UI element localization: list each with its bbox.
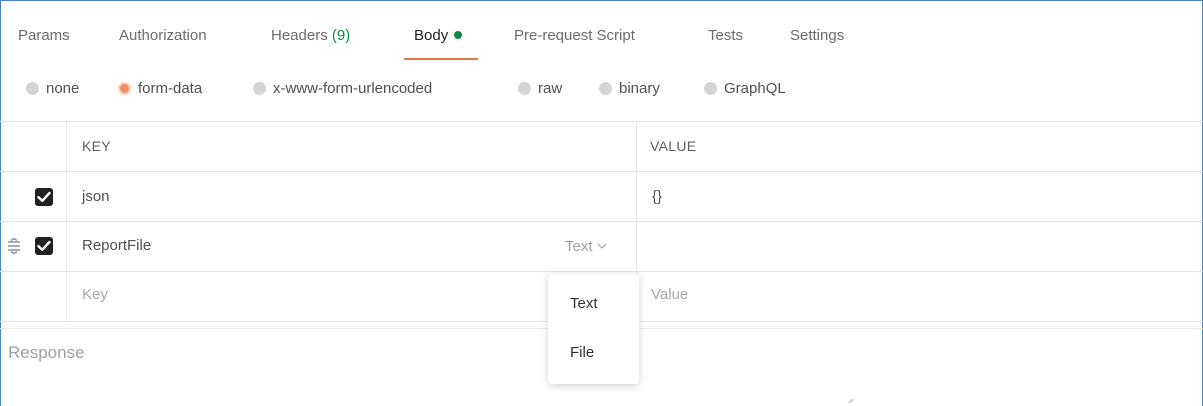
tab-settings[interactable]: Settings <box>790 27 844 44</box>
tab-body[interactable]: Body <box>414 27 463 44</box>
key-column-header: KEY <box>82 138 111 154</box>
radio-bullet-icon <box>599 82 612 95</box>
radio-binary[interactable]: binary <box>599 80 660 97</box>
radio-bullet-icon <box>26 82 39 95</box>
tab-tests[interactable]: Tests <box>708 27 743 44</box>
drag-handle-icon[interactable] <box>7 237 21 257</box>
tab-label: Authorization <box>119 27 207 44</box>
radio-x-www-form-urlencoded[interactable]: x-www-form-urlencoded <box>253 80 432 97</box>
tab-label: Tests <box>708 27 744 44</box>
tab-authorization[interactable]: Authorization <box>119 27 207 44</box>
radio-label: none <box>46 80 80 97</box>
row-enabled-checkbox[interactable] <box>35 188 53 206</box>
key-type-dropdown-menu: Text File <box>548 274 639 384</box>
body-modified-dot-icon <box>454 31 463 39</box>
row-key-field[interactable]: json <box>82 188 110 205</box>
row-enabled-checkbox[interactable] <box>35 237 53 255</box>
key-type-value: Text <box>565 238 593 255</box>
radio-label: x-www-form-urlencoded <box>273 80 433 97</box>
radio-bullet-selected-icon <box>118 82 131 95</box>
tab-label: Body <box>414 27 449 44</box>
radio-form-data[interactable]: form-data <box>118 80 202 97</box>
response-section-title: Response <box>8 343 85 362</box>
active-tab-indicator <box>404 58 478 60</box>
new-value-input[interactable]: Value <box>651 286 688 303</box>
tab-headers[interactable]: Headers (9) <box>271 27 350 44</box>
tab-label: Headers <box>271 27 328 44</box>
table-row-divider <box>0 171 1203 172</box>
checkmark-icon <box>37 240 51 251</box>
radio-label: binary <box>619 80 660 97</box>
radio-label: raw <box>538 80 563 97</box>
dropdown-option-file[interactable]: File <box>570 344 594 361</box>
tab-pre-request-script[interactable]: Pre-request Script <box>514 27 635 44</box>
radio-bullet-icon <box>704 82 717 95</box>
chevron-down-icon <box>597 236 607 253</box>
row-value-field[interactable]: {} <box>652 188 662 205</box>
headers-count: (9) <box>331 27 351 44</box>
tab-label: Params <box>18 27 70 44</box>
radio-bullet-icon <box>518 82 531 95</box>
table-row-divider <box>0 221 1203 222</box>
checkmark-icon <box>37 191 51 202</box>
body-type-options: none form-data x-www-form-urlencoded raw… <box>0 80 1203 104</box>
new-key-input[interactable]: Key <box>82 286 108 303</box>
radio-none[interactable]: none <box>26 80 79 97</box>
tab-label: Settings <box>790 27 845 44</box>
radio-label: form-data <box>138 80 203 97</box>
key-type-select[interactable]: Text <box>565 236 607 255</box>
table-top-border <box>0 121 1203 122</box>
tab-label: Pre-request Script <box>514 27 635 44</box>
radio-graphql[interactable]: GraphQL <box>704 80 786 97</box>
row-key-field[interactable]: ReportFile <box>82 237 151 254</box>
radio-bullet-icon <box>253 82 266 95</box>
request-tabs: Params Authorization Headers (9) Body Pr… <box>0 0 1203 64</box>
dropdown-option-text[interactable]: Text <box>570 295 598 312</box>
value-column-header: VALUE <box>650 138 697 154</box>
radio-label: GraphQL <box>724 80 786 97</box>
table-column-divider <box>66 121 67 321</box>
radio-raw[interactable]: raw <box>518 80 562 97</box>
tab-params[interactable]: Params <box>18 27 70 44</box>
table-row-divider <box>0 271 1203 272</box>
